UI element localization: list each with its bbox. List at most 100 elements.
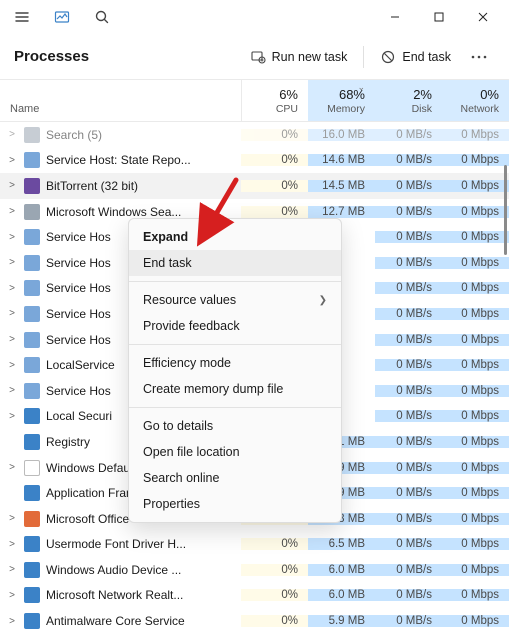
network-cell: 0 Mbps <box>442 180 509 192</box>
chevron-right-icon: ❯ <box>319 295 327 306</box>
process-icon <box>24 332 40 348</box>
disk-cell: 0 MB/s <box>375 615 442 627</box>
disk-cell: 0 MB/s <box>375 564 442 576</box>
disk-cell: 0 MB/s <box>375 410 442 422</box>
ctx-properties[interactable]: Properties <box>129 491 341 517</box>
process-name-cell: >Microsoft Network Realt... <box>0 587 241 603</box>
process-icon <box>24 485 40 501</box>
app-icon <box>44 2 80 32</box>
ctx-resource-values[interactable]: Resource values❯ <box>129 287 341 313</box>
disk-cell: 0 MB/s <box>375 206 442 218</box>
ctx-sep <box>129 344 341 345</box>
process-icon <box>24 255 40 271</box>
expand-chevron-icon[interactable]: > <box>6 129 18 140</box>
expand-chevron-icon[interactable]: > <box>6 180 18 191</box>
disk-cell: 0 MB/s <box>375 462 442 474</box>
process-name: Service Hos <box>46 281 111 295</box>
expand-chevron-icon[interactable]: > <box>6 539 18 550</box>
close-button[interactable] <box>461 2 505 32</box>
expand-chevron-icon[interactable]: > <box>6 411 18 422</box>
expand-chevron-icon[interactable]: > <box>6 334 18 345</box>
ctx-create-dump[interactable]: Create memory dump file <box>129 376 341 402</box>
process-name: Microsoft Windows Sea... <box>46 205 181 219</box>
run-task-label: Run new task <box>272 50 348 64</box>
col-network-header[interactable]: 0% Network <box>442 80 509 121</box>
disk-cell: 0 MB/s <box>375 385 442 397</box>
minimize-button[interactable] <box>373 2 417 32</box>
disk-cell: 0 MB/s <box>375 538 442 550</box>
expand-chevron-icon[interactable]: > <box>6 308 18 319</box>
col-memory-header[interactable]: ⌄ 68% Memory <box>308 80 375 121</box>
expand-chevron-icon[interactable]: > <box>6 385 18 396</box>
process-icon <box>24 152 40 168</box>
process-name: Service Hos <box>46 256 111 270</box>
expand-chevron-icon[interactable]: > <box>6 564 18 575</box>
ctx-sep <box>129 281 341 282</box>
process-name: Service Hos <box>46 384 111 398</box>
process-row[interactable]: >Windows Audio Device ...0%6.0 MB0 MB/s0… <box>0 557 509 583</box>
more-button[interactable] <box>463 49 495 65</box>
ctx-end-task[interactable]: End task <box>129 250 341 276</box>
process-row[interactable]: >Search (5)0%16.0 MB0 MB/s0 Mbps <box>0 122 509 148</box>
disk-cell: 0 MB/s <box>375 282 442 294</box>
more-icon <box>471 55 487 59</box>
run-task-icon <box>250 49 266 65</box>
process-name: Local Securi <box>46 409 112 423</box>
ctx-expand[interactable]: Expand <box>129 224 341 250</box>
disk-cell: 0 MB/s <box>375 334 442 346</box>
process-row[interactable]: >Service Host: State Repo...0%14.6 MB0 M… <box>0 148 509 174</box>
col-cpu-header[interactable]: 6% CPU <box>241 80 308 121</box>
ctx-search-online[interactable]: Search online <box>129 465 341 491</box>
network-cell: 0 Mbps <box>442 129 509 141</box>
process-row[interactable]: >BitTorrent (32 bit)0%14.5 MB0 MB/s0 Mbp… <box>0 173 509 199</box>
expand-chevron-icon[interactable]: > <box>6 513 18 524</box>
disk-cell: 0 MB/s <box>375 231 442 243</box>
expand-chevron-icon[interactable]: > <box>6 360 18 371</box>
ctx-open-file-location[interactable]: Open file location <box>129 439 341 465</box>
network-cell: 0 Mbps <box>442 359 509 371</box>
expand-chevron-icon[interactable]: > <box>6 590 18 601</box>
expand-chevron-icon[interactable]: > <box>6 155 18 166</box>
cpu-cell: 0% <box>241 564 308 576</box>
process-name: Registry <box>46 435 90 449</box>
end-task-button[interactable]: End task <box>370 43 461 71</box>
expand-chevron-icon[interactable]: > <box>6 257 18 268</box>
process-name: Usermode Font Driver H... <box>46 537 186 551</box>
process-row[interactable]: >Antimalware Core Service0%5.9 MB0 MB/s0… <box>0 608 509 634</box>
expand-chevron-icon[interactable]: > <box>6 232 18 243</box>
process-row[interactable]: >Usermode Font Driver H...0%6.5 MB0 MB/s… <box>0 532 509 558</box>
col-name-header[interactable]: Name <box>0 80 241 121</box>
expand-chevron-icon[interactable]: > <box>6 283 18 294</box>
process-row[interactable]: >Microsoft Network Realt...0%6.0 MB0 MB/… <box>0 583 509 609</box>
memory-cell: 6.0 MB <box>308 589 375 601</box>
process-icon <box>24 587 40 603</box>
maximize-button[interactable] <box>417 2 461 32</box>
disk-cell: 0 MB/s <box>375 257 442 269</box>
scrollbar-thumb[interactable] <box>504 165 507 255</box>
process-name: Windows Audio Device ... <box>46 563 181 577</box>
memory-cell: 12.7 MB <box>308 206 375 218</box>
process-icon <box>24 460 40 476</box>
disk-cell: 0 MB/s <box>375 308 442 320</box>
expand-chevron-icon[interactable]: > <box>6 462 18 473</box>
process-name-cell: >Antimalware Core Service <box>0 613 241 629</box>
cpu-cell: 0% <box>241 154 308 166</box>
process-name: Service Hos <box>46 307 111 321</box>
process-icon <box>24 127 40 143</box>
expand-chevron-icon[interactable]: > <box>6 206 18 217</box>
ctx-provide-feedback[interactable]: Provide feedback <box>129 313 341 339</box>
process-icon <box>24 434 40 450</box>
hamburger-button[interactable] <box>4 2 40 32</box>
expand-chevron-icon[interactable]: > <box>6 616 18 627</box>
disk-cell: 0 MB/s <box>375 513 442 525</box>
process-icon <box>24 280 40 296</box>
column-headers: Name 6% CPU ⌄ 68% Memory 2% Disk 0% Netw… <box>0 80 509 122</box>
network-cell: 0 Mbps <box>442 487 509 499</box>
ctx-efficiency-mode[interactable]: Efficiency mode <box>129 350 341 376</box>
col-disk-header[interactable]: 2% Disk <box>375 80 442 121</box>
network-cell: 0 Mbps <box>442 410 509 422</box>
run-new-task-button[interactable]: Run new task <box>240 43 358 71</box>
ctx-go-to-details[interactable]: Go to details <box>129 413 341 439</box>
search-button[interactable] <box>84 2 120 32</box>
network-cell: 0 Mbps <box>442 308 509 320</box>
